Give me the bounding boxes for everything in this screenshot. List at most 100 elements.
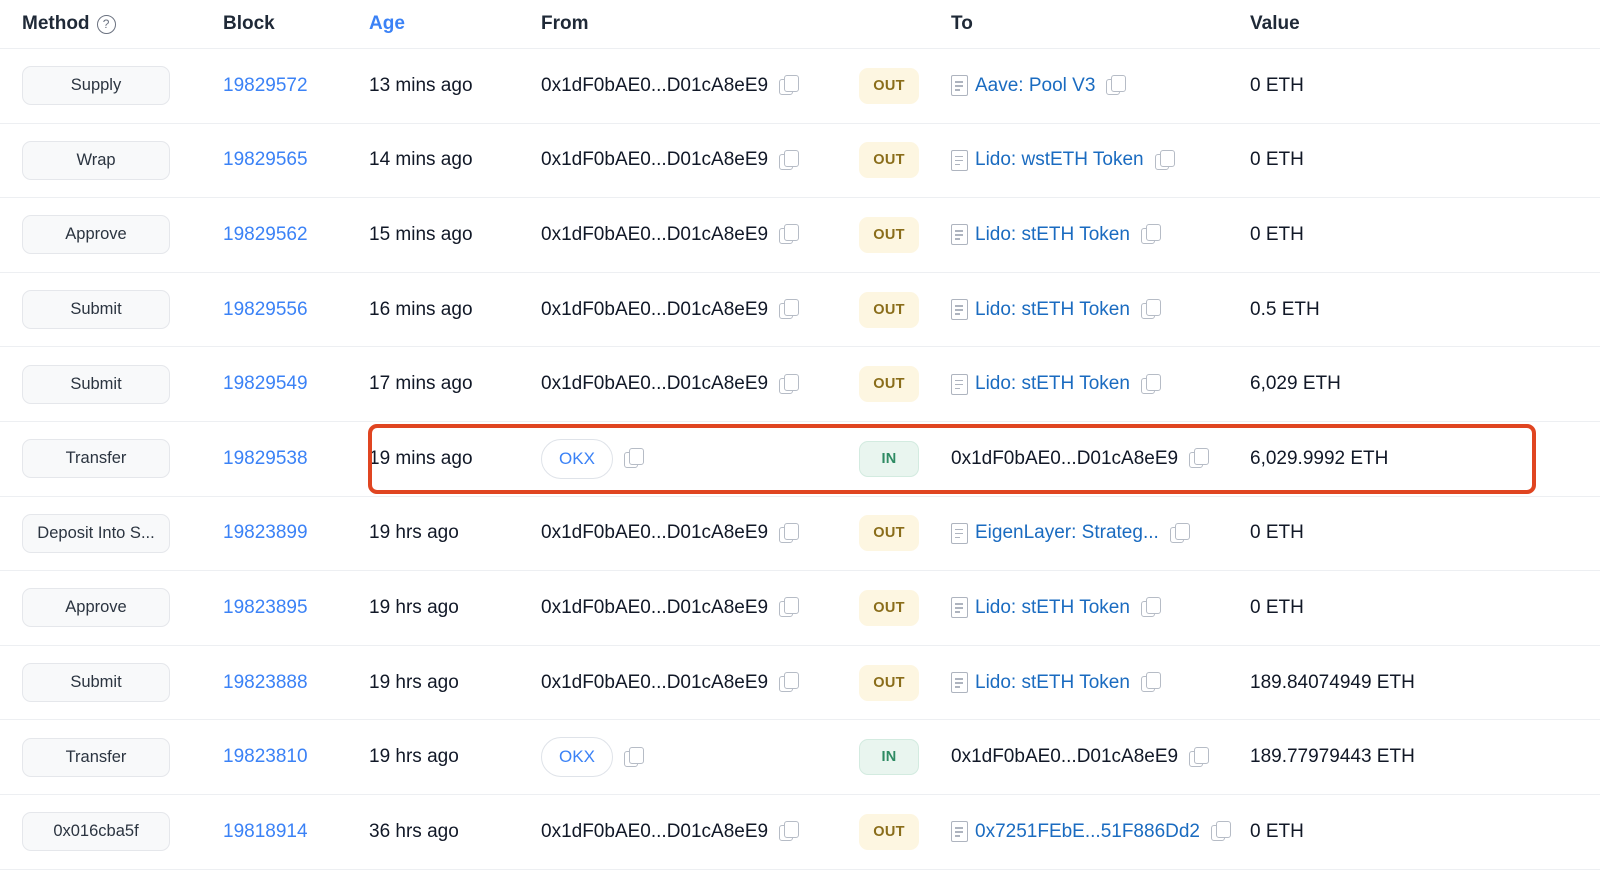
from-cell: OKX — [541, 737, 859, 778]
copy-to-icon[interactable] — [1140, 299, 1161, 320]
copy-to-icon[interactable] — [1211, 821, 1231, 842]
copy-to-icon[interactable] — [1189, 448, 1210, 469]
copy-from-icon[interactable] — [779, 224, 800, 245]
block-cell: 19823895 — [223, 597, 369, 619]
contract-link[interactable]: Lido: stETH Token — [975, 224, 1130, 246]
method-cell: Submit — [0, 663, 223, 703]
block-link[interactable]: 19829562 — [223, 224, 308, 245]
address-text: 0x1dF0bAE0...D01cA8eE9 — [951, 447, 1179, 469]
copy-from-icon[interactable] — [624, 746, 644, 768]
block-link[interactable]: 19823899 — [223, 522, 308, 543]
help-icon[interactable]: ? — [96, 14, 116, 34]
address-text: 0x1dF0bAE0...D01cA8eE9 — [541, 820, 769, 842]
contract-document-icon — [951, 672, 968, 694]
to-cell: Lido: wstETH Token — [951, 149, 1250, 171]
direction-cell: OUT — [859, 515, 951, 552]
contract-link[interactable]: Lido: wstETH Token — [975, 149, 1144, 171]
method-badge[interactable]: Submit — [22, 364, 170, 404]
address-text: 0x1dF0bAE0...D01cA8eE9 — [541, 149, 769, 171]
to-cell: 0x1dF0bAE0...D01cA8eE9 — [951, 448, 1250, 470]
block-link[interactable]: 19829549 — [223, 373, 308, 394]
age-cell: 13 mins ago — [369, 74, 473, 96]
block-link[interactable]: 19823888 — [223, 672, 308, 693]
copy-to-icon[interactable] — [1140, 597, 1161, 618]
to-cell: 0x7251FEbE...51F886Dd2 — [951, 821, 1250, 843]
copy-from-icon[interactable] — [779, 821, 800, 842]
block-link[interactable]: 19823895 — [223, 597, 308, 618]
table-header-row: Method ? Block Age From To Value — [0, 0, 1600, 49]
copy-to-icon[interactable] — [1140, 672, 1161, 693]
copy-from-icon[interactable] — [779, 672, 800, 693]
copy-to-icon[interactable] — [1169, 522, 1190, 544]
method-badge[interactable]: Deposit Into S... — [22, 513, 170, 553]
value-cell: 189.84074949 ETH — [1250, 671, 1415, 693]
copy-from-icon[interactable] — [779, 373, 800, 395]
direction-cell: OUT — [859, 142, 951, 179]
contract-link[interactable]: Lido: stETH Token — [975, 672, 1130, 694]
age-cell: 36 hrs ago — [369, 820, 459, 842]
contract-link[interactable]: Lido: stETH Token — [975, 373, 1130, 395]
contract-link[interactable]: Lido: stETH Token — [975, 597, 1130, 619]
contract-link[interactable]: Lido: stETH Token — [975, 299, 1130, 321]
method-badge[interactable]: 0x016cba5f — [22, 812, 170, 852]
direction-badge-out: OUT — [859, 67, 919, 104]
table-row: Supply 19829572 13 mins ago 0x1dF0bAE0...D0… — [0, 49, 1600, 124]
column-header-age[interactable]: Age — [369, 13, 541, 35]
copy-to-icon[interactable] — [1140, 224, 1161, 245]
from-cell: 0x1dF0bAE0...D01cA8eE9 — [541, 597, 859, 619]
method-badge[interactable]: Wrap — [22, 140, 170, 180]
address-text: 0x1dF0bAE0...D01cA8eE9 — [541, 298, 769, 320]
method-badge[interactable]: Transfer — [22, 439, 170, 479]
age-cell: 16 mins ago — [369, 298, 473, 320]
method-badge[interactable]: Transfer — [22, 737, 170, 777]
copy-to-icon[interactable] — [1154, 149, 1175, 171]
block-link[interactable]: 19829572 — [223, 75, 308, 96]
direction-cell: OUT — [859, 366, 951, 403]
copy-to-icon[interactable] — [1106, 75, 1127, 96]
column-header-age-label: Age — [369, 13, 405, 34]
direction-cell: IN — [859, 440, 951, 477]
age-cell: 19 hrs ago — [369, 522, 459, 544]
method-badge[interactable]: Supply — [22, 66, 170, 106]
block-link[interactable]: 19829565 — [223, 149, 308, 170]
from-cell: 0x1dF0bAE0...D01cA8eE9 — [541, 224, 859, 246]
method-badge[interactable]: Submit — [22, 290, 170, 330]
contract-link[interactable]: 0x7251FEbE...51F886Dd2 — [975, 821, 1200, 843]
address-text: 0x1dF0bAE0...D01cA8eE9 — [951, 746, 1179, 768]
entity-label-okx[interactable]: OKX — [541, 737, 613, 778]
block-link[interactable]: 19823810 — [223, 746, 308, 767]
copy-to-icon[interactable] — [1189, 746, 1210, 768]
block-cell: 19829556 — [223, 299, 369, 321]
column-header-method: Method ? — [0, 13, 223, 35]
contract-link[interactable]: Aave: Pool V3 — [975, 75, 1095, 97]
to-cell: 0x1dF0bAE0...D01cA8eE9 — [951, 746, 1250, 768]
column-header-block: Block — [223, 13, 369, 35]
method-badge[interactable]: Approve — [22, 215, 170, 255]
method-badge[interactable]: Approve — [22, 588, 170, 628]
value-cell: 6,029.9992 ETH — [1250, 447, 1389, 469]
copy-from-icon[interactable] — [624, 448, 644, 469]
to-cell: Lido: stETH Token — [951, 373, 1250, 395]
contract-document-icon — [951, 299, 968, 321]
address-text: 0x1dF0bAE0...D01cA8eE9 — [541, 671, 769, 693]
copy-from-icon[interactable] — [779, 522, 800, 544]
copy-from-icon[interactable] — [779, 149, 800, 171]
entity-label-okx[interactable]: OKX — [541, 438, 613, 479]
copy-from-icon[interactable] — [779, 299, 800, 320]
copy-to-icon[interactable] — [1140, 373, 1161, 395]
from-cell: 0x1dF0bAE0...D01cA8eE9 — [541, 149, 859, 171]
contract-link[interactable]: EigenLayer: Strateg... — [975, 522, 1159, 544]
block-link[interactable]: 19818914 — [223, 821, 308, 842]
block-link[interactable]: 19829538 — [223, 448, 308, 469]
copy-from-icon[interactable] — [779, 75, 800, 96]
from-cell: 0x1dF0bAE0...D01cA8eE9 — [541, 75, 859, 97]
table-row: Transfer 19823810 19 hrs ago OKX IN 0x1dF0bAE… — [0, 720, 1600, 795]
block-cell: 19829572 — [223, 75, 369, 97]
table-row: Wrap 19829565 14 mins ago 0x1dF0bAE0...D01c… — [0, 124, 1600, 199]
address-text: 0x1dF0bAE0...D01cA8eE9 — [541, 223, 769, 245]
method-badge[interactable]: Submit — [22, 663, 170, 703]
copy-from-icon[interactable] — [779, 597, 800, 618]
age-cell: 19 hrs ago — [369, 596, 459, 618]
block-link[interactable]: 19829556 — [223, 299, 308, 320]
to-cell: Lido: stETH Token — [951, 224, 1250, 246]
